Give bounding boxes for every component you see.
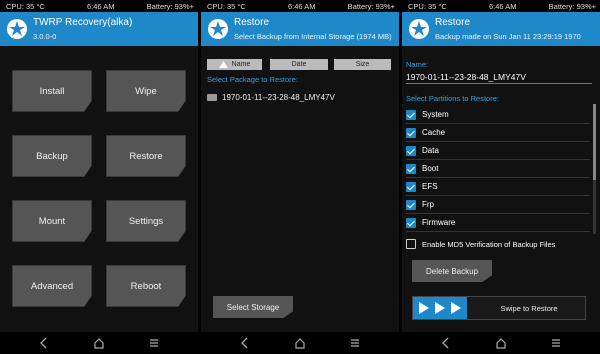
twrp-logo-icon	[409, 19, 429, 39]
partition-firmware[interactable]: Firmware	[406, 214, 590, 232]
wipe-button[interactable]: Wipe	[106, 70, 186, 112]
header: TWRP Recovery(alka) 3.0.0-0	[0, 12, 198, 46]
checkbox-checked-icon	[406, 127, 416, 138]
battery: Battery: 93%+	[347, 2, 395, 11]
sort-date-button[interactable]: Date	[270, 59, 328, 70]
sort-size-button[interactable]: Size	[334, 59, 391, 70]
sort-name-label: Name	[231, 61, 251, 68]
page-subtitle: Backup made on Sun Jan 11 23:29:19 1970	[435, 32, 581, 41]
screens: CPU: 35 °C 6:46 AM Battery: 93%+ TWRP Re…	[0, 0, 600, 354]
name-field-underline	[406, 83, 592, 84]
md5-label: Enable MD5 Verification of Backup Files	[422, 239, 556, 249]
cpu-temp: CPU: 35 °C	[408, 2, 447, 11]
checkbox-checked-icon	[406, 163, 416, 174]
app-version: 3.0.0-0	[33, 32, 57, 41]
delete-backup-button[interactable]: Delete Backup	[412, 260, 492, 282]
partition-label: Data	[422, 146, 439, 155]
md5-checkbox-row[interactable]: Enable MD5 Verification of Backup Files	[406, 239, 555, 249]
arrow-right-icon	[419, 302, 429, 314]
partitions-label: Select Partitions to Restore:	[406, 94, 499, 103]
partition-data[interactable]: Data	[406, 142, 590, 160]
clock: 6:46 AM	[489, 2, 517, 11]
swipe-label: Swipe to Restore	[500, 304, 558, 313]
home-icon[interactable]	[495, 337, 507, 349]
partition-system[interactable]: System	[406, 106, 590, 124]
menu-icon[interactable]	[349, 337, 361, 349]
back-icon[interactable]	[440, 337, 452, 349]
partition-efs[interactable]: EFS	[406, 178, 590, 196]
cpu-temp: CPU: 35 °C	[207, 2, 246, 11]
checkbox-checked-icon	[406, 181, 416, 192]
page-title: Restore	[435, 17, 471, 28]
restore-button[interactable]: Restore	[106, 135, 186, 177]
sort-ascending-icon	[218, 61, 228, 68]
menu-icon[interactable]	[148, 337, 160, 349]
select-storage-button[interactable]: Select Storage	[213, 296, 293, 318]
checkbox-checked-icon	[406, 217, 416, 228]
back-icon[interactable]	[38, 337, 50, 349]
nav-bar	[201, 332, 399, 354]
checkbox-checked-icon	[406, 199, 416, 210]
partition-cache[interactable]: Cache	[406, 124, 590, 142]
package-name: 1970-01-11--23-28-48_LMY47V	[222, 93, 335, 102]
battery: Battery: 93%+	[146, 2, 194, 11]
twrp-logo-icon	[208, 19, 228, 39]
page-subtitle: Select Backup from Internal Storage (197…	[234, 32, 392, 41]
partition-label: Cache	[422, 128, 446, 137]
restore-select-screen: CPU: 35 °C 6:46 AM Battery: 93%+ Restore…	[201, 0, 399, 354]
home-icon[interactable]	[93, 337, 105, 349]
partition-label: Firmware	[422, 218, 456, 227]
install-button[interactable]: Install	[12, 70, 92, 112]
restore-detail-content: Name: 1970-01-11--23-28-48_LMY47V Select…	[402, 46, 600, 332]
backup-name-field[interactable]: 1970-01-11--23-28-48_LMY47V	[406, 72, 526, 82]
checkbox-checked-icon	[406, 145, 416, 156]
partition-label: System	[422, 110, 449, 119]
status-bar: CPU: 35 °C 6:46 AM Battery: 93%+	[402, 0, 600, 12]
swipe-to-restore-slider[interactable]: Swipe to Restore	[412, 296, 586, 320]
settings-button[interactable]: Settings	[106, 200, 186, 242]
cpu-temp: CPU: 35 °C	[6, 2, 45, 11]
header: Restore Backup made on Sun Jan 11 23:29:…	[402, 12, 600, 46]
main-menu-screen: CPU: 35 °C 6:46 AM Battery: 93%+ TWRP Re…	[0, 0, 198, 354]
partition-label: Frp	[422, 200, 434, 209]
nav-bar	[402, 332, 600, 354]
back-icon[interactable]	[239, 337, 251, 349]
sort-name-button[interactable]: Name	[207, 59, 262, 70]
restore-select-content: Name Date Size Select Package to Restore…	[201, 46, 399, 332]
twrp-logo-icon	[7, 19, 27, 39]
page-title: Restore	[234, 17, 270, 28]
menu-icon[interactable]	[550, 337, 562, 349]
checkbox-checked-icon	[406, 109, 416, 120]
package-list-item[interactable]: 1970-01-11--23-28-48_LMY47V	[207, 93, 335, 102]
checkbox-unchecked-icon[interactable]	[406, 239, 416, 249]
partition-boot[interactable]: Boot	[406, 160, 590, 178]
battery: Battery: 93%+	[548, 2, 596, 11]
status-bar: CPU: 35 °C 6:46 AM Battery: 93%+	[201, 0, 399, 12]
backup-button[interactable]: Backup	[12, 135, 92, 177]
folder-icon	[207, 94, 217, 101]
partition-label: EFS	[422, 182, 438, 191]
scrollbar-thumb[interactable]	[593, 104, 596, 180]
name-label: Name:	[406, 60, 429, 69]
partition-label: Boot	[422, 164, 439, 173]
reboot-button[interactable]: Reboot	[106, 265, 186, 307]
home-icon[interactable]	[294, 337, 306, 349]
header: Restore Select Backup from Internal Stor…	[201, 12, 399, 46]
clock: 6:46 AM	[87, 2, 115, 11]
mount-button[interactable]: Mount	[12, 200, 92, 242]
swipe-handle[interactable]	[413, 297, 467, 319]
nav-bar	[0, 332, 198, 354]
partition-frp[interactable]: Frp	[406, 196, 590, 214]
status-bar: CPU: 35 °C 6:46 AM Battery: 93%+	[0, 0, 198, 12]
app-title: TWRP Recovery(alka)	[33, 17, 133, 28]
partition-scrollbar[interactable]	[593, 104, 596, 234]
arrow-right-icon	[451, 302, 461, 314]
main-menu: Install Wipe Backup Restore Mount Settin…	[0, 46, 198, 332]
clock: 6:46 AM	[288, 2, 316, 11]
package-list-label: Select Package to Restore:	[207, 75, 298, 84]
advanced-button[interactable]: Advanced	[12, 265, 92, 307]
restore-detail-screen: CPU: 35 °C 6:46 AM Battery: 93%+ Restore…	[402, 0, 600, 354]
arrow-right-icon	[435, 302, 445, 314]
